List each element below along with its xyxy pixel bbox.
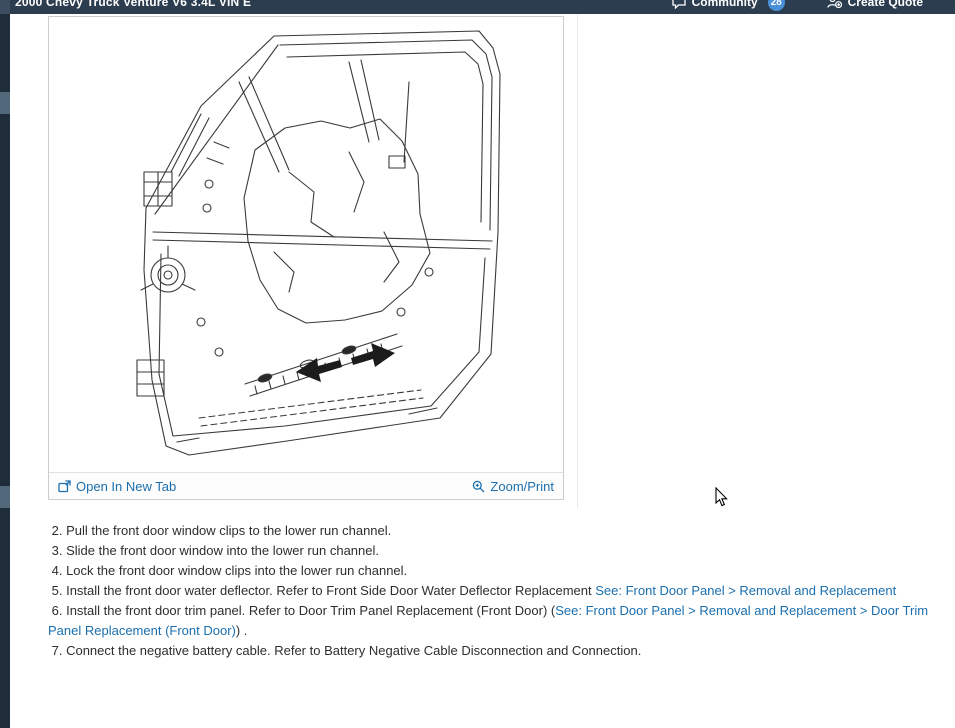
instruction-step-7: 7. Connect the negative battery cable. R… bbox=[48, 641, 932, 661]
magnifier-plus-icon bbox=[472, 480, 485, 493]
external-tab-icon bbox=[58, 480, 71, 493]
community-button[interactable]: Community 28 bbox=[672, 0, 785, 11]
community-count-badge: 28 bbox=[768, 0, 785, 11]
mouse-cursor bbox=[715, 487, 728, 507]
zoom-print-link[interactable]: Zoom/Print bbox=[472, 479, 554, 494]
step-text: 7. Connect the negative battery cable. R… bbox=[48, 643, 641, 658]
top-header-bar: 2000 Chevy Truck Venture V6 3.4L VIN E C… bbox=[10, 0, 955, 14]
figure-panel: Open In New Tab Zoom/Print bbox=[48, 16, 564, 500]
chat-bubble-icon bbox=[672, 0, 686, 9]
figure-toolbar: Open In New Tab Zoom/Print bbox=[49, 472, 563, 499]
open-in-new-tab-link[interactable]: Open In New Tab bbox=[58, 479, 176, 494]
instruction-step-6: 6. Install the front door trim panel. Re… bbox=[48, 601, 932, 641]
step-text: 2. Pull the front door window clips to t… bbox=[48, 523, 391, 538]
person-plus-icon bbox=[827, 0, 842, 9]
step-text: ) . bbox=[236, 623, 248, 638]
step-text: 3. Slide the front door window into the … bbox=[48, 543, 379, 558]
vehicle-title: 2000 Chevy Truck Venture V6 3.4L VIN E bbox=[15, 0, 251, 9]
step-text: 5. Install the front door water deflecto… bbox=[48, 583, 595, 598]
panel-divider bbox=[577, 14, 578, 508]
instruction-step-2: 2. Pull the front door window clips to t… bbox=[48, 521, 932, 541]
create-quote-label: Create Quote bbox=[848, 0, 923, 9]
front-door-panel-removal-link[interactable]: See: Front Door Panel > Removal and Repl… bbox=[595, 583, 896, 598]
sidebar-header-segment bbox=[0, 0, 10, 14]
instruction-steps: 2. Pull the front door window clips to t… bbox=[48, 521, 932, 661]
instruction-step-3: 3. Slide the front door window into the … bbox=[48, 541, 932, 561]
create-quote-button[interactable]: Create Quote bbox=[827, 0, 923, 9]
door-assembly-diagram bbox=[49, 22, 563, 468]
instruction-step-4: 4. Lock the front door window clips into… bbox=[48, 561, 932, 581]
left-sidebar bbox=[0, 0, 10, 728]
sidebar-item-2[interactable] bbox=[0, 486, 10, 508]
instruction-step-5: 5. Install the front door water deflecto… bbox=[48, 581, 932, 601]
step-text: 4. Lock the front door window clips into… bbox=[48, 563, 407, 578]
step-text: 6. Install the front door trim panel. Re… bbox=[48, 603, 555, 618]
sidebar-item-1[interactable] bbox=[0, 92, 10, 114]
community-label: Community bbox=[692, 0, 758, 9]
